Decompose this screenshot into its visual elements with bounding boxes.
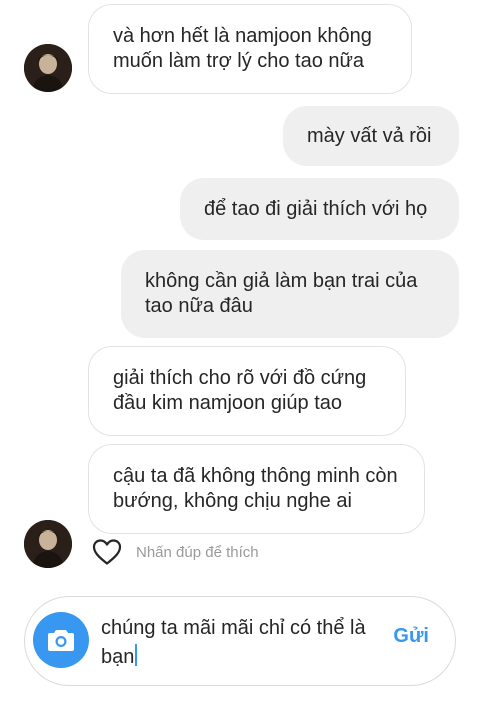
- message-bubble-outgoing[interactable]: mày vất vả rồi: [283, 106, 459, 166]
- message-bubble-incoming[interactable]: cậu ta đã không thông minh còn bướng, kh…: [88, 444, 425, 534]
- avatar-photo: [24, 520, 72, 568]
- message-text: không cần giả làm bạn trai của tao nữa đ…: [145, 270, 418, 317]
- heart-outline-icon[interactable]: [92, 538, 122, 566]
- sender-avatar[interactable]: [24, 520, 72, 568]
- message-composer: chúng ta mãi mãi chỉ có thể là bạn Gửi: [24, 596, 456, 686]
- message-input[interactable]: chúng ta mãi mãi chỉ có thể là bạn: [101, 614, 381, 672]
- camera-icon: [48, 630, 74, 651]
- message-text: giải thích cho rõ với đồ cứng đầu kim na…: [113, 367, 367, 414]
- message-bubble-outgoing[interactable]: để tao đi giải thích với họ: [180, 178, 459, 240]
- text-caret: [135, 644, 138, 666]
- avatar-photo: [24, 44, 72, 92]
- message-bubble-outgoing[interactable]: không cần giả làm bạn trai của tao nữa đ…: [121, 250, 459, 338]
- message-bubble-incoming[interactable]: và hơn hết là namjoon không muốn làm trợ…: [88, 4, 412, 94]
- message-input-text: chúng ta mãi mãi chỉ có thể là bạn: [101, 617, 366, 668]
- like-hint: Nhấn đúp để thích: [136, 543, 259, 561]
- message-text: cậu ta đã không thông minh còn bướng, kh…: [113, 465, 398, 512]
- message-text: và hơn hết là namjoon không muốn làm trợ…: [113, 25, 372, 72]
- sender-avatar[interactable]: [24, 44, 72, 92]
- camera-button[interactable]: [33, 612, 89, 668]
- message-text: mày vất vả rồi: [307, 124, 432, 147]
- message-bubble-incoming[interactable]: giải thích cho rõ với đồ cứng đầu kim na…: [88, 346, 406, 436]
- like-row: Nhấn đúp để thích: [92, 536, 259, 568]
- message-text: để tao đi giải thích với họ: [204, 197, 428, 220]
- send-button[interactable]: Gửi: [393, 625, 429, 648]
